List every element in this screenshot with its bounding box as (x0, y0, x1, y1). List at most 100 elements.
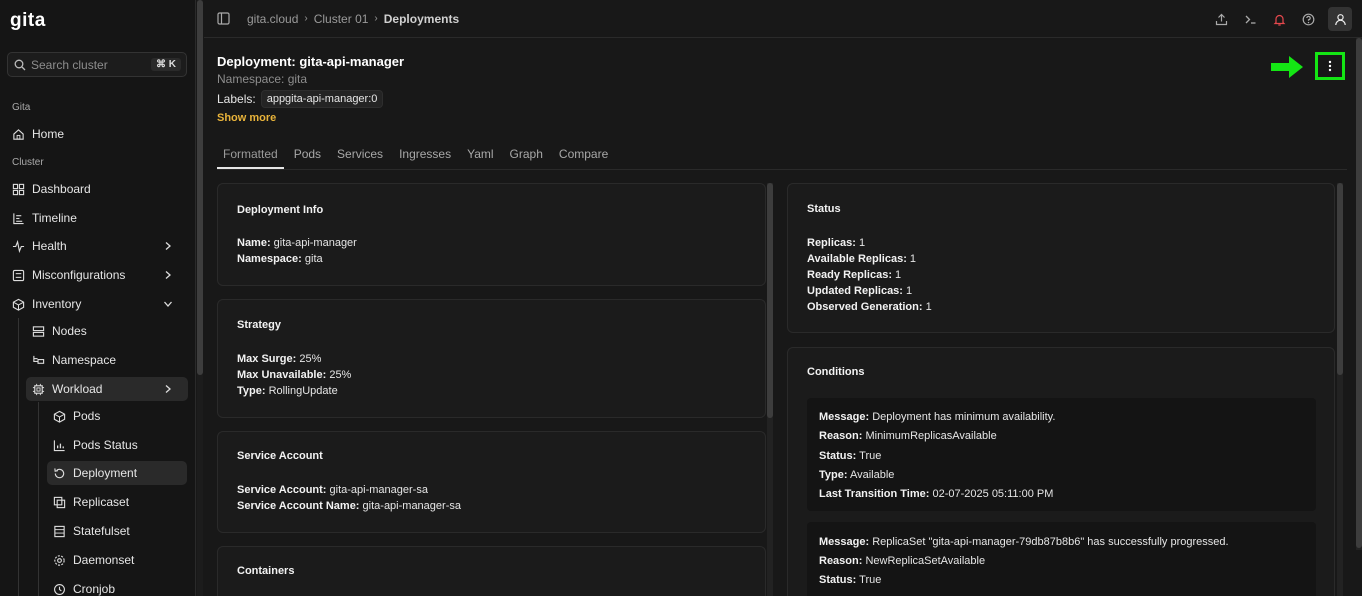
upload-icon[interactable] (1212, 10, 1230, 28)
sidebar-item-misconfigurations[interactable]: Misconfigurations (6, 263, 188, 287)
namespace-field: Namespace: gita (237, 253, 323, 265)
namespace-icon (33, 355, 45, 364)
tab-formatted[interactable]: Formatted (217, 145, 284, 169)
breadcrumb: gita.cloud › Cluster 01 › Deployments (247, 12, 459, 26)
sidebar-item-statefulset[interactable]: Statefulset (47, 519, 187, 543)
server-icon (32, 325, 45, 337)
max-unavailable-field: Max Unavailable: 25% (237, 369, 352, 381)
card-title: Deployment Info (237, 204, 324, 216)
right-column-scrollbar[interactable] (1337, 183, 1343, 596)
sidebar-item-label: Daemonset (73, 553, 135, 567)
sidebar-item-label: Statefulset (73, 524, 130, 538)
card-title: Strategy (237, 319, 282, 331)
observed-generation-field: Observed Generation: 1 (807, 301, 932, 313)
sidebar-item-replicaset[interactable]: Replicaset (47, 490, 187, 514)
page-scrollbar[interactable] (1356, 38, 1362, 550)
sidebar-item-label: Inventory (32, 297, 82, 311)
scrollbar-thumb[interactable] (1356, 38, 1362, 548)
replicas-field: Replicas: 1 (807, 237, 866, 249)
tab-yaml[interactable]: Yaml (461, 145, 499, 169)
scrollbar-thumb[interactable] (767, 183, 773, 418)
sidebar-item-home[interactable]: Home (6, 122, 188, 146)
tab-services[interactable]: Services (331, 145, 389, 169)
tab-pods[interactable]: Pods (288, 145, 327, 169)
sidebar-item-label: Namespace (52, 353, 117, 367)
ready-replicas-field: Ready Replicas: 1 (807, 269, 902, 281)
show-more-link[interactable]: Show more (217, 112, 276, 124)
more-actions-button[interactable] (1315, 52, 1345, 80)
sidebar-item-label: Dashboard (32, 182, 91, 196)
max-surge-field: Max Surge: 25% (237, 353, 322, 365)
breadcrumb-current: Deployments (383, 11, 460, 26)
user-icon (1334, 13, 1346, 25)
sidebar-item-namespace[interactable]: Namespace (26, 348, 188, 372)
breadcrumb-item[interactable]: Cluster 01 (314, 12, 369, 26)
chevron-down-icon (164, 301, 172, 307)
sidebar-item-pods-status[interactable]: Pods Status (47, 433, 187, 457)
status-card: Status Replicas: 1 Available Replicas: 1… (787, 183, 1335, 333)
top-icons (1212, 7, 1352, 31)
logo[interactable]: gita (10, 10, 46, 32)
top-bar: gita.cloud › Cluster 01 › Deployments (204, 0, 1362, 38)
card-title: Containers (237, 565, 295, 577)
strategy-card: Strategy Max Surge: 25% Max Unavailable:… (217, 299, 766, 418)
condition-item: Message: ReplicaSet "gita-api-manager-79… (807, 522, 1316, 596)
label-chip: appgita-api-manager:0 (260, 90, 384, 108)
sidebar-item-label: Workload (52, 382, 103, 396)
sidebar-item-pods[interactable]: Pods (47, 404, 187, 428)
scrollbar-thumb[interactable] (197, 0, 203, 375)
sidebar-toggle-icon[interactable] (217, 12, 230, 25)
condition-reason: Reason: NewReplicaSetAvailable (819, 555, 986, 567)
chip-icon (32, 383, 45, 395)
sidebar-item-daemonset[interactable]: Daemonset (47, 548, 187, 572)
refresh-icon (54, 467, 65, 478)
condition-status: Status: True (819, 450, 882, 462)
tab-graph[interactable]: Graph (504, 145, 549, 169)
left-column-scrollbar[interactable] (767, 183, 773, 596)
breadcrumb-item[interactable]: gita.cloud (247, 12, 298, 26)
strategy-type-field: Type: RollingUpdate (237, 385, 338, 397)
page-title: Deployment: gita-api-manager (217, 54, 405, 69)
sidebar: gita Search cluster ⌘ K Gita Home Cluste… (0, 0, 196, 596)
sidebar-item-health[interactable]: Health (6, 234, 188, 258)
sidebar-item-nodes[interactable]: Nodes (26, 319, 188, 343)
tab-compare[interactable]: Compare (553, 145, 614, 169)
sidebar-item-label: Pods (73, 409, 101, 423)
condition-item: Message: Deployment has minimum availabi… (807, 398, 1316, 511)
user-menu-button[interactable] (1328, 7, 1352, 31)
database-icon (54, 525, 65, 537)
dashboard-icon (12, 183, 25, 195)
sidebar-item-label: Pods Status (73, 438, 138, 452)
sidebar-item-workload[interactable]: Workload (26, 377, 188, 401)
tree-line (18, 318, 19, 596)
help-icon[interactable] (1299, 10, 1317, 28)
search-input[interactable]: Search cluster ⌘ K (7, 52, 187, 77)
scrollbar-thumb[interactable] (1337, 183, 1343, 375)
chevron-right-icon (165, 271, 171, 279)
section-label-cluster: Cluster (12, 157, 44, 168)
sidebar-item-deployment[interactable]: Deployment (47, 461, 187, 485)
sidebar-item-inventory[interactable]: Inventory (6, 292, 188, 316)
terminal-icon[interactable] (1241, 10, 1259, 28)
arrow-right-icon (1271, 56, 1303, 78)
condition-message: Message: Deployment has minimum availabi… (819, 411, 1056, 423)
sidebar-item-label: Replicaset (73, 495, 130, 509)
sidebar-item-label: Cronjob (73, 582, 116, 596)
service-account-name-field: Service Account Name: gita-api-manager-s… (237, 500, 461, 512)
copy-icon (53, 496, 66, 508)
condition-last-transition: Last Transition Time: 02-07-2025 05:11:0… (819, 488, 1054, 500)
activity-icon (12, 239, 25, 253)
timeline-icon (13, 212, 24, 224)
sidebar-item-label: Timeline (32, 211, 77, 225)
cube-icon (12, 298, 25, 311)
service-account-field: Service Account: gita-api-manager-sa (237, 484, 428, 496)
sidebar-item-label: Health (32, 239, 67, 253)
sidebar-item-dashboard[interactable]: Dashboard (6, 177, 188, 201)
sidebar-item-cronjob[interactable]: Cronjob (47, 577, 187, 596)
labels-row: Labels: appgita-api-manager:0 (217, 90, 384, 108)
bell-icon[interactable] (1270, 10, 1288, 28)
sidebar-item-timeline[interactable]: Timeline (6, 206, 188, 230)
tab-ingresses[interactable]: Ingresses (393, 145, 457, 169)
sidebar-scrollbar[interactable] (197, 0, 203, 596)
search-placeholder: Search cluster (31, 57, 108, 72)
